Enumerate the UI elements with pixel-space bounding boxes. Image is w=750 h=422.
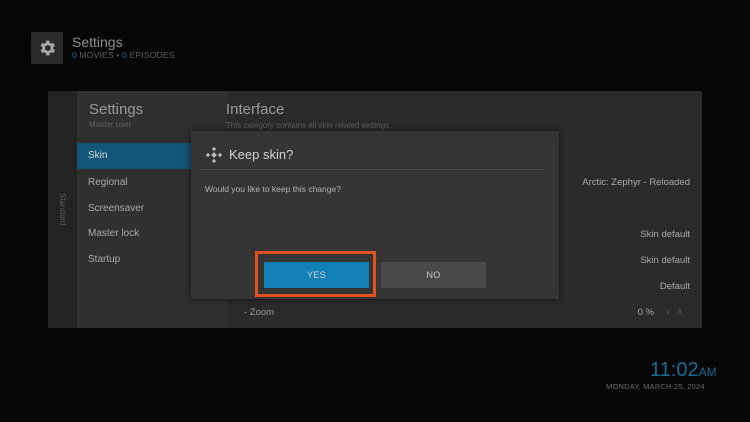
kodi-icon: [206, 147, 222, 163]
dialog-divider: [199, 169, 545, 170]
bullet-separator: •: [116, 50, 120, 60]
settings-gear-icon: [31, 32, 63, 64]
clock-time: 11:02AM: [650, 359, 717, 382]
page-title: Settings: [72, 34, 123, 50]
movies-label: MOVIES: [79, 50, 114, 60]
movies-count: 0: [72, 50, 77, 60]
zoom-value: 0 %: [637, 307, 654, 318]
clock-time-value: 11:02: [650, 359, 699, 381]
settings-level-label: Standard: [58, 193, 67, 226]
settings-level-strip[interactable]: Standard: [48, 91, 77, 328]
episodes-count: 0: [122, 50, 128, 60]
dialog-title: Keep skin?: [229, 147, 294, 162]
section-subtitle: This category contains all skin related …: [226, 121, 392, 130]
clock-ampm: AM: [698, 365, 717, 379]
dialog-message: Would you like to keep this change?: [205, 184, 341, 194]
setting-value-1[interactable]: Skin default: [640, 229, 690, 240]
gear-icon: [40, 40, 55, 56]
library-counts: 0 MOVIES • 0 EPISODES: [72, 50, 175, 60]
setting-value-skin[interactable]: Arctic: Zephyr - Reloaded: [582, 177, 690, 188]
clock-date: MONDAY, MARCH 25, 2024: [606, 382, 705, 391]
zoom-spinner-icon[interactable]: ∨ ∧: [665, 306, 684, 317]
category-subtitle: Master user: [89, 120, 132, 129]
section-title: Interface: [226, 101, 285, 118]
episodes-label: EPISODES: [129, 50, 175, 60]
yes-button[interactable]: YES: [264, 262, 369, 288]
no-button[interactable]: NO: [381, 262, 486, 288]
setting-value-3[interactable]: Default: [660, 281, 690, 292]
category-title: Settings: [89, 101, 144, 118]
zoom-setting-label[interactable]: - Zoom: [244, 307, 274, 318]
setting-value-2[interactable]: Skin default: [640, 255, 690, 266]
